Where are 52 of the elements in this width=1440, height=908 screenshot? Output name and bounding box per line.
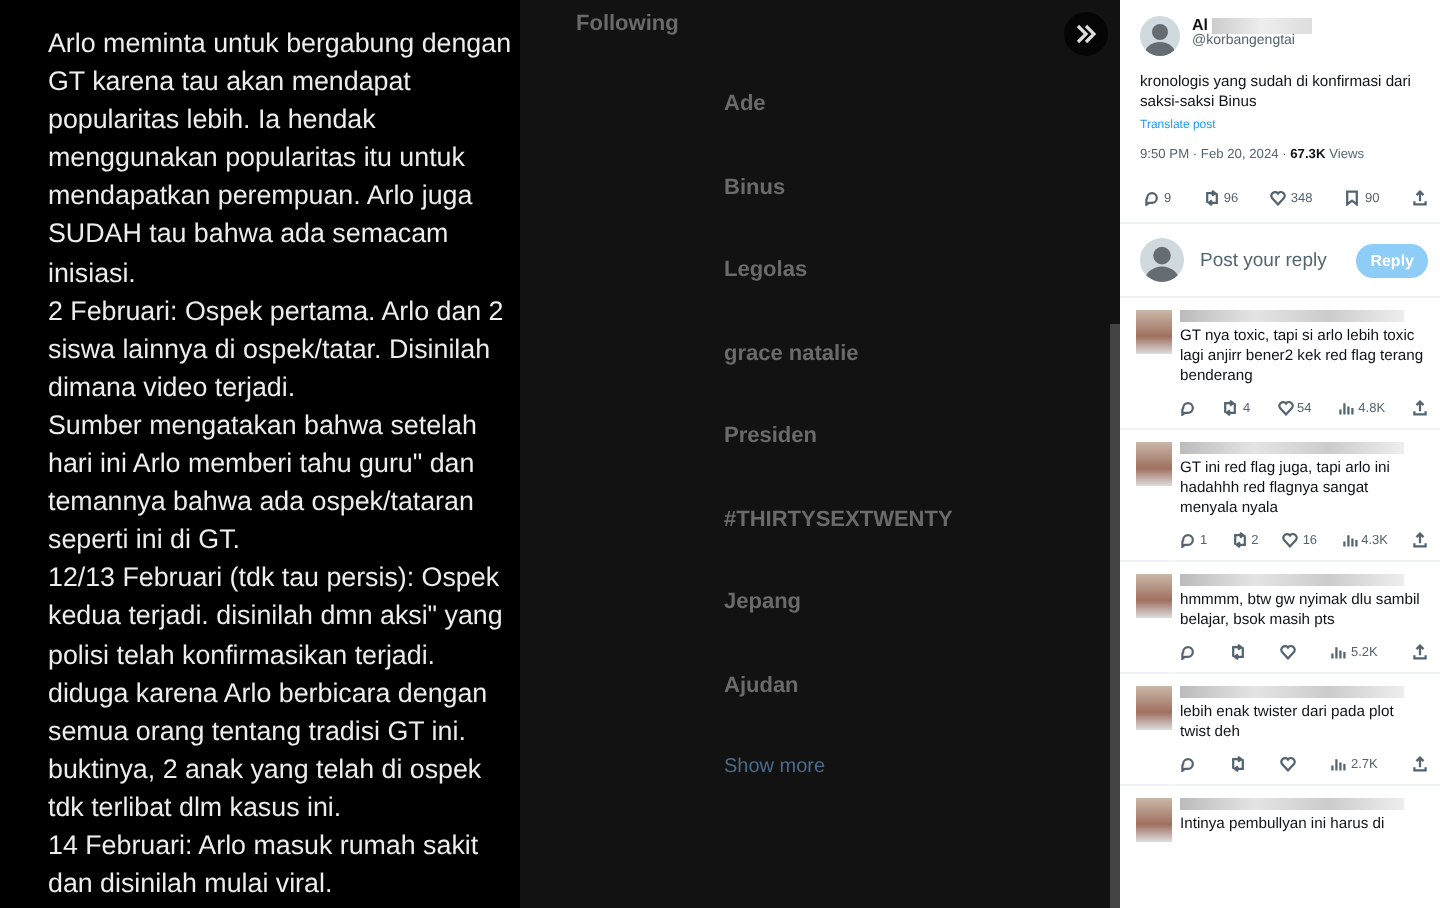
reply-icon[interactable] [1180, 644, 1196, 660]
share-icon[interactable] [1411, 190, 1428, 206]
blurred-avatar [1136, 442, 1172, 486]
show-more-link[interactable]: Show more [724, 756, 826, 778]
story-paragraph: 2 Februari: Ospek pertama. Arlo dan 2 siswa lainnya di ospek/tatar. Disinilah dimana video terjadi. [48, 293, 506, 406]
like-icon[interactable] [1277, 400, 1293, 416]
views-icon[interactable] [1330, 756, 1347, 772]
repost-icon[interactable] [1203, 190, 1220, 206]
reply-icon[interactable] [1180, 756, 1196, 772]
views-icon[interactable] [1330, 644, 1347, 660]
like-icon[interactable] [1270, 190, 1287, 206]
repost-icon[interactable] [1231, 532, 1248, 548]
story-paragraph: Arlo meminta untuk bergabung dengan GT karena tau akan mendapat popularitas lebih. Ia hendak menggunakan popularitas itu untuk mendapatkan perempuan. Arlo juga SUDAH tau bahwa ada semacam inisiasi. [48, 26, 512, 292]
trend-name[interactable]: grace natalie [724, 341, 859, 365]
share-icon[interactable] [1412, 756, 1428, 772]
trend-name[interactable]: Ade [724, 92, 766, 116]
views-icon[interactable] [1338, 400, 1355, 416]
repost-icon[interactable] [1222, 400, 1239, 416]
story-paragraph: 14 Februari: Arlo masuk rumah sakit dan disinilah mulai viral. [48, 827, 481, 903]
blurred-avatar [1136, 574, 1172, 618]
author-name[interactable]: Al [1192, 16, 1208, 34]
like-icon[interactable] [1280, 644, 1297, 660]
blurred-name [1212, 17, 1312, 33]
avatar[interactable] [1140, 238, 1184, 282]
following-tab[interactable]: Following [576, 12, 679, 36]
share-icon[interactable] [1411, 400, 1428, 416]
blurred-avatar [1136, 310, 1172, 354]
like-icon[interactable] [1280, 756, 1297, 772]
repost-icon[interactable] [1230, 644, 1247, 660]
trend-name[interactable]: Binus [724, 175, 786, 199]
reply-icon[interactable] [1180, 400, 1196, 416]
repost-icon[interactable] [1230, 756, 1247, 772]
trend-name[interactable]: Presiden [724, 424, 817, 448]
avatar[interactable] [1140, 16, 1180, 56]
reply-icon[interactable] [1144, 190, 1160, 206]
expand-button[interactable] [1064, 12, 1108, 56]
scrollbar[interactable] [1110, 324, 1120, 908]
blurred-avatar [1136, 798, 1172, 842]
trend-name[interactable]: Jepang [724, 590, 802, 614]
blurred-avatar [1136, 686, 1172, 730]
views-icon[interactable] [1341, 532, 1358, 548]
trend-name[interactable]: Legolas [724, 258, 808, 282]
trend-name[interactable]: Ajudan [724, 673, 799, 697]
like-icon[interactable] [1282, 532, 1299, 548]
share-icon[interactable] [1412, 644, 1428, 660]
reply-icon[interactable] [1180, 532, 1196, 548]
story-paragraph: Sumber mengatakan bahwa setelah hari ini Arlo memberi tahu guru" dan temannya bahwa ada ospek/tataran seperti ini di GT. [48, 407, 479, 559]
bookmark-icon[interactable] [1344, 190, 1361, 206]
chevrons-right-icon [1074, 22, 1098, 46]
share-icon[interactable] [1411, 532, 1428, 548]
trend-name[interactable]: #THIRTYSEXTWENTY [724, 507, 953, 531]
story-paragraph: 12/13 Februari (tdk tau persis): Ospek kedua terjadi. disinilah dmn aksi" yang polisi telah konfirmasikan terjadi. diduga karena Arlo berbicara dengan semua orang tentang tradisi GT ini. buktinya, 2 anak yang telah di ospek tdk terlibat dlm kasus ini. [48, 560, 505, 826]
